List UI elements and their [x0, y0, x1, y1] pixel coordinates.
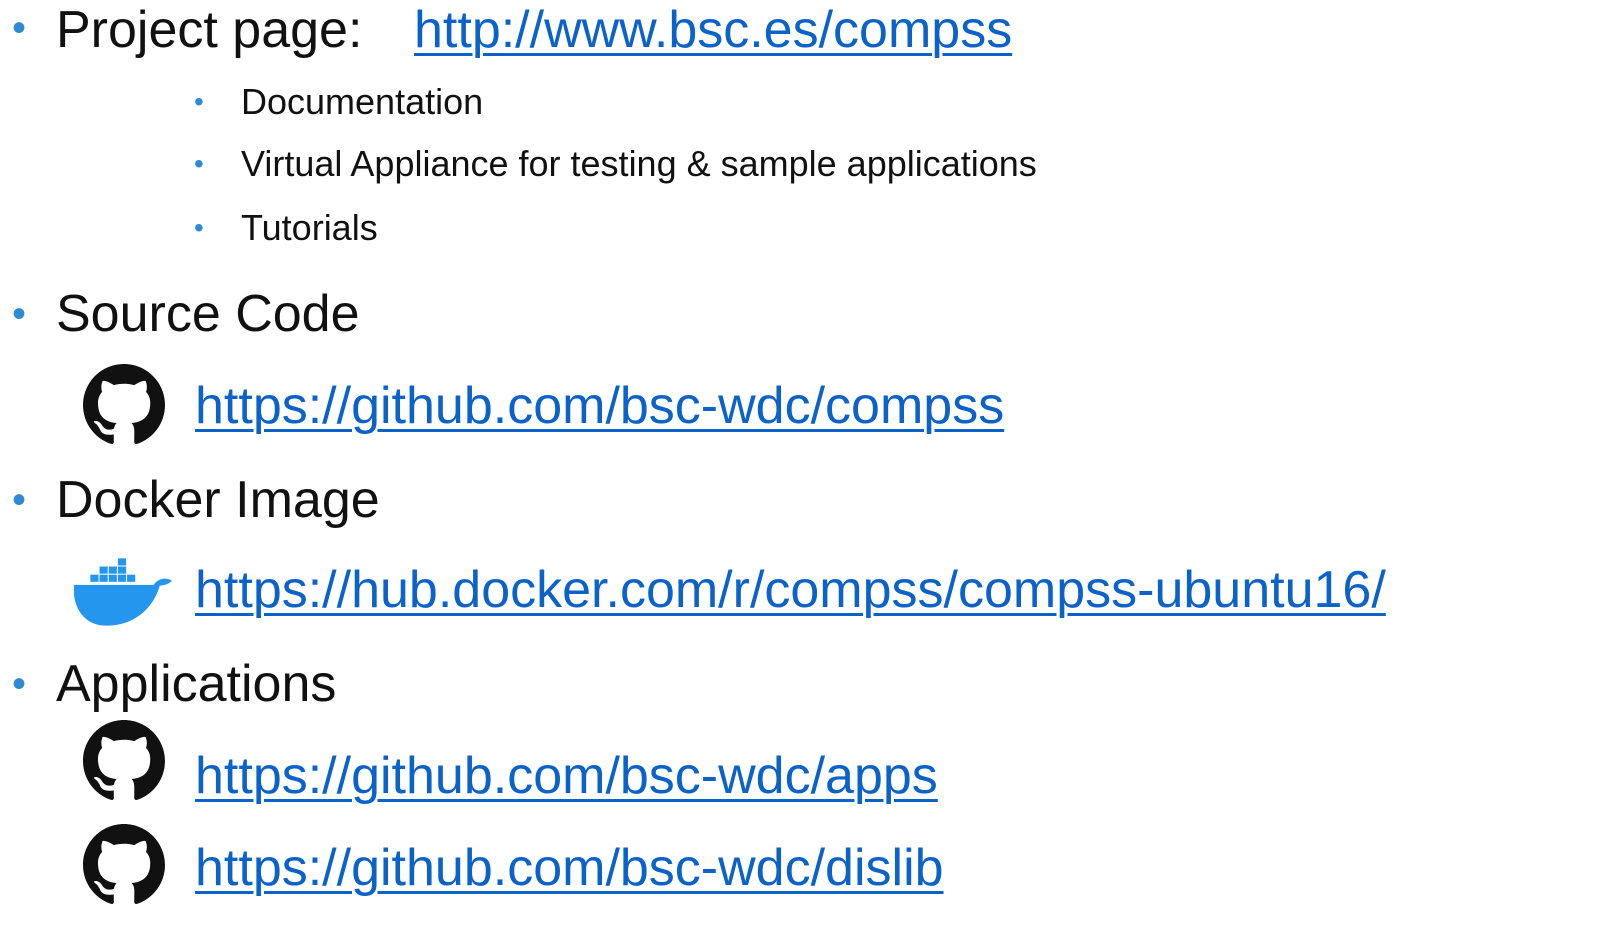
bullet: • — [12, 478, 27, 522]
docker-icon — [74, 558, 172, 626]
bullet: • — [12, 292, 27, 336]
github-icon — [83, 824, 165, 904]
docker-image-link[interactable]: https://hub.docker.com/r/compss/compss-u… — [195, 564, 1386, 616]
applications-apps-link[interactable]: https://github.com/bsc-wdc/apps — [195, 750, 938, 802]
subitem-label: Documentation — [241, 81, 484, 122]
source-code-label: Source Code — [56, 285, 360, 343]
sub-bullet: • — [194, 86, 204, 117]
applications-label: Applications — [56, 655, 337, 713]
github-icon — [83, 364, 165, 444]
sub-bullet: • — [194, 148, 204, 179]
subitem-label: Tutorials — [241, 207, 378, 248]
source-code-link[interactable]: https://github.com/bsc-wdc/compss — [195, 380, 1004, 432]
sub-bullet: • — [194, 212, 204, 243]
project-page-label: Project page: — [56, 1, 363, 59]
bullet: • — [12, 662, 27, 706]
subitem-label: Virtual Appliance for testing & sample a… — [241, 143, 1037, 184]
project-page-link[interactable]: http://www.bsc.es/compss — [414, 4, 1012, 56]
docker-image-label: Docker Image — [56, 471, 380, 529]
github-icon — [83, 720, 165, 800]
bullet: • — [12, 6, 27, 50]
applications-dislib-link[interactable]: https://github.com/bsc-wdc/dislib — [195, 842, 944, 894]
